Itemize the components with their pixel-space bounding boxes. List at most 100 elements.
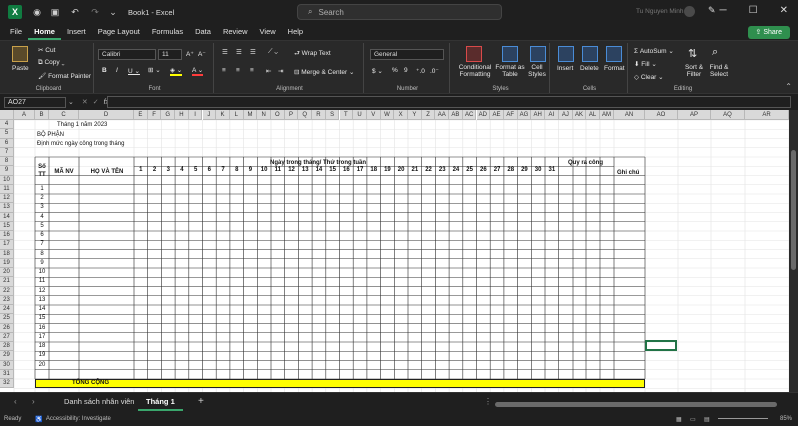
row-header-18[interactable]: 18: [0, 249, 14, 259]
row-header-10[interactable]: 10: [0, 175, 14, 185]
tab-view[interactable]: View: [254, 24, 282, 40]
column-header-A[interactable]: A: [14, 110, 35, 120]
tab-file[interactable]: File: [0, 24, 28, 40]
share-button[interactable]: ⇪ Share: [747, 26, 790, 39]
row-header-5[interactable]: 5: [0, 129, 14, 139]
select-all-corner[interactable]: [0, 110, 14, 120]
search-box[interactable]: ⌕ Search: [297, 4, 502, 20]
maximize-icon[interactable]: ☐: [749, 5, 758, 16]
insert-button[interactable]: Insert: [557, 65, 573, 72]
decrease-font-icon[interactable]: A⁻: [198, 50, 206, 58]
row-header-8[interactable]: 8: [0, 157, 14, 167]
cut-button[interactable]: ✂ Cut: [38, 46, 55, 54]
column-header-N[interactable]: N: [257, 110, 271, 120]
sheet-tab-thang-1[interactable]: Tháng 1: [138, 393, 183, 411]
row-header-28[interactable]: 28: [0, 342, 14, 352]
column-header-AA[interactable]: AA: [435, 110, 450, 120]
column-header-M[interactable]: M: [243, 110, 258, 120]
increase-font-icon[interactable]: A⁺: [186, 50, 194, 58]
pen-icon[interactable]: ✎: [708, 5, 716, 16]
cell-styles-icon[interactable]: [530, 46, 546, 62]
column-header-S[interactable]: S: [325, 110, 340, 120]
selected-cell[interactable]: [645, 340, 677, 351]
column-header-E[interactable]: E: [134, 110, 148, 120]
column-header-AC[interactable]: AC: [462, 110, 477, 120]
format-painter-button[interactable]: 🖌 Format Painter: [38, 72, 91, 80]
row-header-4[interactable]: 4: [0, 120, 14, 130]
tab-home[interactable]: Home: [28, 24, 61, 40]
currency-icon[interactable]: $ ⌄: [372, 67, 383, 75]
column-header-AQ[interactable]: AQ: [711, 110, 745, 120]
column-header-R[interactable]: R: [312, 110, 326, 120]
format-as-table-icon[interactable]: [502, 46, 518, 62]
row-header-16[interactable]: 16: [0, 231, 14, 241]
merge-center-button[interactable]: ⊟ Merge & Center ⌄: [294, 68, 354, 76]
fill-color-icon[interactable]: ◈ ⌄: [170, 66, 183, 76]
align-bottom-icon[interactable]: ☰: [250, 48, 256, 56]
font-size-combo[interactable]: 11: [158, 49, 182, 60]
tab-split-handle[interactable]: ⋮: [484, 397, 492, 406]
column-header-F[interactable]: F: [147, 110, 162, 120]
comma-icon[interactable]: 9: [404, 67, 408, 74]
cancel-icon[interactable]: ✕: [82, 98, 88, 106]
insert-cells-icon[interactable]: [558, 46, 574, 62]
row-header-21[interactable]: 21: [0, 277, 14, 287]
italic-button[interactable]: I: [116, 67, 118, 74]
close-icon[interactable]: ✕: [780, 5, 788, 16]
column-header-AO[interactable]: AO: [645, 110, 678, 120]
page-break-view-icon[interactable]: ▤: [704, 416, 710, 423]
row-header-22[interactable]: 22: [0, 286, 14, 296]
column-header-AB[interactable]: AB: [449, 110, 463, 120]
column-header-H[interactable]: H: [175, 110, 189, 120]
column-header-AP[interactable]: AP: [678, 110, 711, 120]
row-header-25[interactable]: 25: [0, 314, 14, 324]
column-header-P[interactable]: P: [284, 110, 299, 120]
ribbon-collapse-icon[interactable]: ⌃: [785, 82, 792, 91]
column-header-J[interactable]: J: [202, 110, 217, 120]
font-color-icon[interactable]: A ⌄: [192, 66, 204, 76]
worksheet-grid[interactable]: A B C D E F G H I J K L M N O P Q R S T U V W X Y Z AA AB AC AD AE AF AG…: [0, 110, 789, 392]
column-header-AE[interactable]: AE: [490, 110, 504, 120]
redo-icon[interactable]: ↷: [88, 5, 102, 19]
row-header-7[interactable]: 7: [0, 147, 14, 157]
enter-icon[interactable]: ✓: [93, 98, 99, 106]
tab-data[interactable]: Data: [189, 24, 217, 40]
decrease-decimal-icon[interactable]: .0⁻: [430, 67, 439, 75]
tab-review[interactable]: Review: [217, 24, 254, 40]
column-header-Y[interactable]: Y: [408, 110, 422, 120]
align-center-icon[interactable]: ≡: [236, 67, 240, 74]
number-format-combo[interactable]: General: [370, 49, 444, 60]
sort-filter-button[interactable]: Sort & Filter: [682, 64, 706, 78]
column-header-V[interactable]: V: [366, 110, 381, 120]
column-header-AG[interactable]: AG: [517, 110, 532, 120]
column-header-AH[interactable]: AH: [531, 110, 545, 120]
row-header-11[interactable]: 11: [0, 184, 14, 194]
paste-icon[interactable]: [12, 46, 28, 62]
autosave-icon[interactable]: ◉: [30, 5, 44, 19]
align-right-icon[interactable]: ≡: [250, 67, 254, 74]
column-header-W[interactable]: W: [380, 110, 395, 120]
conditional-formatting-button[interactable]: Conditional Formatting: [454, 64, 496, 78]
align-middle-icon[interactable]: ☰: [236, 48, 242, 56]
copy-button[interactable]: ⧉ Copy ⌄: [38, 59, 65, 67]
minimize-icon[interactable]: ─: [720, 5, 727, 16]
tab-help[interactable]: Help: [282, 24, 309, 40]
column-header-B[interactable]: B: [35, 110, 49, 120]
user-name[interactable]: Tu Nguyen Minh: [636, 8, 683, 15]
column-header-U[interactable]: U: [353, 110, 367, 120]
cell-styles-button[interactable]: Cell Styles: [526, 64, 548, 78]
column-header-X[interactable]: X: [394, 110, 408, 120]
row-header-13[interactable]: 13: [0, 203, 14, 213]
font-name-combo[interactable]: Calibri: [98, 49, 156, 60]
horizontal-scrollbar[interactable]: [495, 402, 777, 407]
find-select-button[interactable]: Find & Select: [706, 64, 732, 78]
zoom-level[interactable]: 85%: [780, 416, 792, 422]
column-header-I[interactable]: I: [188, 110, 203, 120]
paste-button[interactable]: Paste: [12, 65, 29, 72]
row-header-31[interactable]: 31: [0, 369, 14, 379]
column-header-AK[interactable]: AK: [573, 110, 586, 120]
wrap-text-button[interactable]: ⮐ Wrap Text: [294, 49, 331, 60]
decrease-indent-icon[interactable]: ⇤: [266, 67, 271, 75]
column-header-AN[interactable]: AN: [614, 110, 645, 120]
column-header-C[interactable]: C: [49, 110, 79, 120]
